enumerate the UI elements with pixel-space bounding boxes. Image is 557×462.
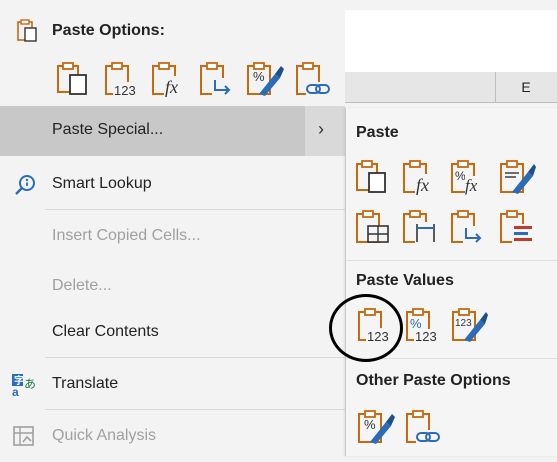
svg-text:あ: あ (24, 377, 36, 391)
menu-item-paste-special[interactable]: Paste Special... (0, 106, 305, 156)
sub-transpose-icon[interactable] (449, 208, 487, 246)
menu-item-clear-contents[interactable]: Clear Contents (0, 308, 345, 358)
submenu-other-paste-title: Other Paste Options (356, 372, 511, 389)
menu-item-insert-copied-cells[interactable]: Insert Copied Cells... (0, 212, 345, 262)
paste-icon[interactable] (55, 60, 91, 96)
svg-text:a: a (12, 385, 19, 398)
quick-analysis-icon (12, 424, 36, 448)
clear-contents-label: Clear Contents (52, 323, 159, 340)
submenu-paste-values-title: Paste Values (356, 272, 454, 289)
chevron-right-icon: › (318, 119, 324, 139)
paste-special-label: Paste Special... (52, 121, 164, 138)
svg-text:fx: fx (165, 77, 178, 97)
paste-transpose-icon[interactable] (198, 60, 236, 98)
values-number-formatting-icon[interactable]: % 123 (404, 306, 442, 344)
paste-all-icon[interactable] (354, 158, 390, 194)
quick-analysis-label: Quick Analysis (52, 427, 157, 444)
column-header-e[interactable]: E (495, 72, 557, 102)
separator (45, 209, 345, 210)
paste-link-icon[interactable] (294, 60, 332, 98)
paste-formulas-icon[interactable]: fx (150, 60, 188, 98)
search-icon (13, 173, 37, 197)
separator (45, 409, 345, 410)
values-source-formatting-icon[interactable]: 123 (450, 306, 488, 344)
paste-formatting-icon[interactable]: % (245, 60, 285, 98)
highlight-circle (329, 294, 403, 362)
submenu-arrow[interactable]: › (305, 106, 345, 156)
svg-text:fx: fx (465, 176, 478, 195)
paste-clipboard-icon (15, 18, 39, 42)
keep-column-widths-icon[interactable] (401, 208, 439, 246)
formulas-number-formatting-icon[interactable]: % fx (449, 158, 487, 196)
sheet-cells-area[interactable] (345, 10, 557, 73)
svg-text:123: 123 (415, 329, 437, 344)
other-paste-link-icon[interactable] (404, 408, 442, 446)
menu-item-quick-analysis[interactable]: Quick Analysis (0, 412, 345, 462)
translate-icon: 字 a あ (11, 372, 37, 398)
svg-text:123: 123 (114, 83, 136, 98)
delete-label: Delete... (52, 277, 112, 294)
sheet-toolbar-strip (345, 0, 557, 10)
svg-text:%: % (253, 69, 265, 84)
submenu-paste-title: Paste (356, 124, 399, 141)
translate-label: Translate (52, 375, 119, 392)
other-formatting-icon[interactable]: % (356, 408, 396, 446)
svg-text:%: % (364, 417, 376, 432)
separator (45, 357, 345, 358)
sub-paste-formulas-icon[interactable]: fx (401, 158, 439, 196)
no-borders-icon[interactable] (354, 208, 392, 246)
paste-options-title: Paste Options: (52, 22, 165, 39)
separator (346, 260, 557, 261)
insert-copied-cells-label: Insert Copied Cells... (52, 227, 201, 244)
keep-source-formatting-icon[interactable] (498, 158, 536, 196)
svg-text:fx: fx (416, 175, 429, 195)
merge-conditional-formatting-icon[interactable] (498, 208, 536, 246)
paste-special-submenu: Paste fx % fx Paste Values 123 % 123 123… (345, 108, 557, 456)
paste-values-icon[interactable]: 123 (103, 60, 141, 98)
svg-text:123: 123 (455, 318, 472, 329)
context-menu: Paste Options: 123 fx % Paste Special...… (0, 0, 345, 456)
menu-item-smart-lookup[interactable]: Smart Lookup (0, 160, 345, 210)
menu-item-delete[interactable]: Delete... (0, 262, 345, 312)
menu-item-translate[interactable]: 字 a あ Translate (0, 360, 345, 410)
column-header-bar: E (345, 72, 557, 103)
smart-lookup-label: Smart Lookup (52, 175, 152, 192)
